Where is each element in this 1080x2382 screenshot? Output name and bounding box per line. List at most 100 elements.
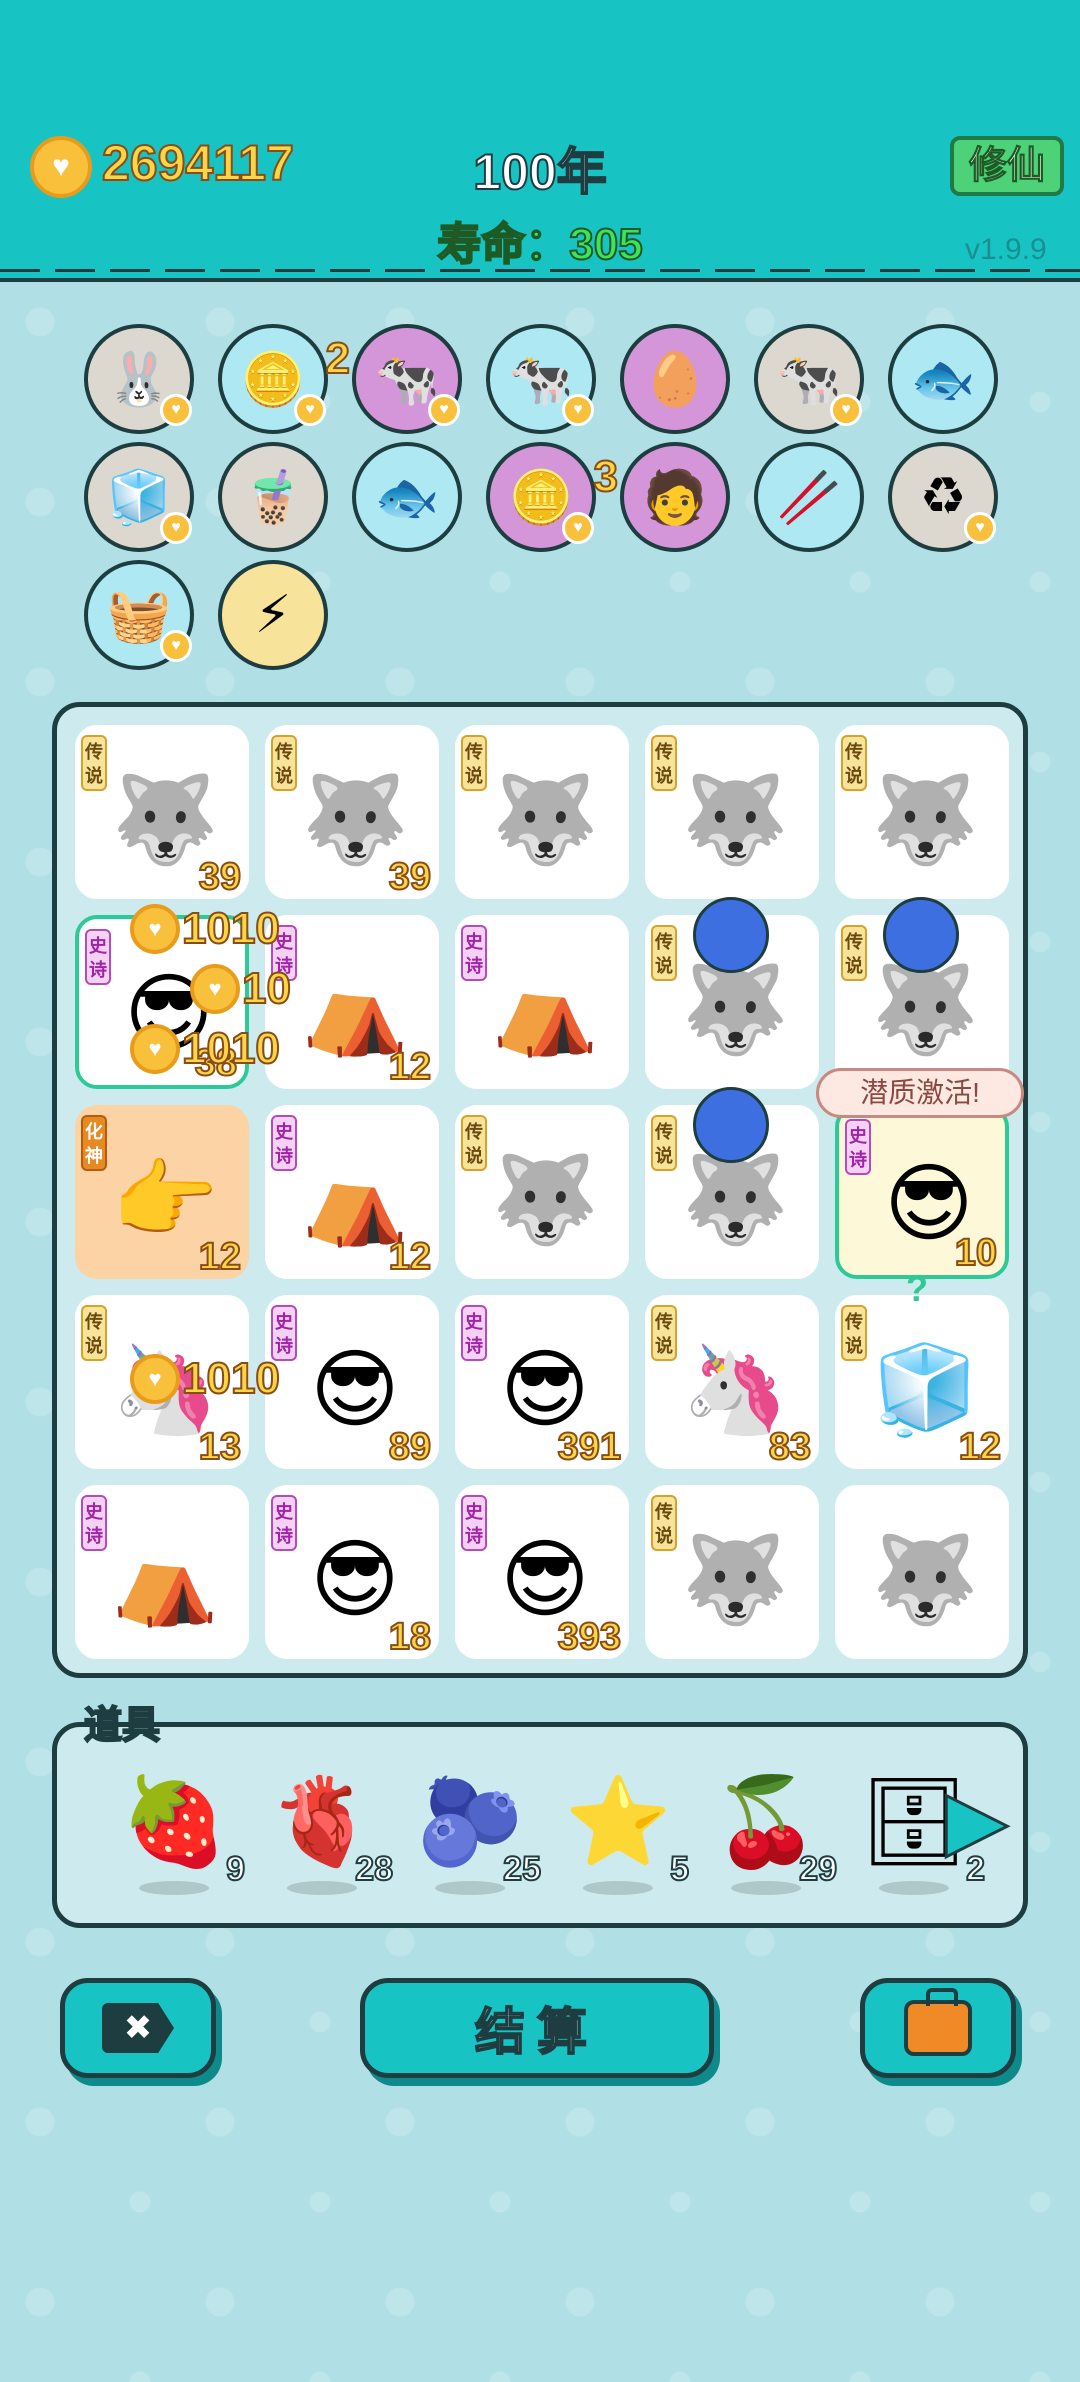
cultivate-button[interactable]: 修仙 xyxy=(950,136,1064,196)
rarity-tag: 史诗 xyxy=(81,1495,107,1551)
board-cell[interactable]: 传说 🐺 xyxy=(835,897,1009,1089)
rarity-tag: 传说 xyxy=(651,925,677,981)
rarity-tag: 传说 xyxy=(651,1115,677,1171)
cell-value: 391 xyxy=(557,1425,622,1469)
prop-count: 9 xyxy=(225,1849,246,1889)
egg-glasses-icon[interactable]: 🥚 xyxy=(620,324,730,434)
rarity-tag: 传说 xyxy=(841,925,867,981)
board-cell[interactable]: 史诗 ⛺ 12 xyxy=(265,915,439,1089)
board-cell[interactable]: 传说 🐺 xyxy=(835,725,1009,899)
board-cell[interactable]: 传说 🐺 xyxy=(645,725,819,899)
multiplier-man-icon[interactable]: 🧑 xyxy=(620,442,730,552)
board-cell[interactable]: 传说 🐺 39 xyxy=(75,725,249,899)
fruit-basket-icon[interactable]: 🧺 ♥ xyxy=(84,560,194,670)
rarity-tag: 传说 xyxy=(841,1305,867,1361)
cell-value: 12 xyxy=(958,1425,1002,1469)
coin-icon: ♥ xyxy=(130,1024,180,1074)
husky-king-icon: 🐺 xyxy=(491,1152,599,1248)
cows-icon[interactable]: 🐄 ♥ xyxy=(754,324,864,434)
rabbit-icon[interactable]: 🐰 ♥ xyxy=(84,324,194,434)
settle-button[interactable]: 结算 xyxy=(360,1978,714,2078)
crossed-sticks-icon[interactable]: 🥢 xyxy=(754,442,864,552)
inventory-button[interactable] xyxy=(860,1978,1016,2078)
prop-count: 5 xyxy=(669,1849,690,1889)
board-cell[interactable]: 史诗 😎 18 xyxy=(265,1485,439,1659)
lightning-icon[interactable]: ⚡ xyxy=(218,560,328,670)
cancel-button[interactable]: ✖ xyxy=(60,1978,216,2078)
sugar-cubes-icon[interactable]: 🧊 ♥ xyxy=(84,442,194,552)
cell-value: 18 xyxy=(388,1615,432,1659)
cows-icon[interactable]: 🐄 ♥ xyxy=(352,324,462,434)
fishbowl-icon[interactable]: 🐟 xyxy=(352,442,462,552)
rarity-tag: 史诗 xyxy=(85,929,111,985)
board-cell[interactable]: 🐺 xyxy=(835,1485,1009,1659)
board-cell[interactable]: 史诗 ⛺ xyxy=(75,1485,249,1659)
board-cell[interactable]: 史诗 😎 393 xyxy=(455,1485,629,1659)
bubble-tea-icon[interactable]: 🧋 xyxy=(218,442,328,552)
rarity-tag: 传说 xyxy=(461,1115,487,1171)
board-cell[interactable]: 史诗 😎 89 xyxy=(265,1295,439,1469)
game-board: 传说 🐺 39 传说 🐺 39 传说 🐺 传说 🐺 传说 🐺 史诗 😎 38 史… xyxy=(52,702,1028,1678)
heart-badge-icon: ♥ xyxy=(830,394,862,426)
refresh-icon[interactable]: ♻ ♥ xyxy=(888,442,998,552)
prop-blueberry[interactable]: 🫐 25 xyxy=(415,1767,542,1897)
cell-value: 10 xyxy=(954,1231,998,1275)
coin-icon: ♥ xyxy=(130,904,180,954)
heart-badge-icon: ♥ xyxy=(964,512,996,544)
close-icon: ✖ xyxy=(102,2003,174,2053)
coin-icon: ♥ xyxy=(30,136,92,198)
star-icon: ⭐ xyxy=(564,1774,672,1870)
coin-seed-icon[interactable]: 🪙 2 ♥ xyxy=(218,324,351,434)
prop-liver[interactable]: 🫀 28 xyxy=(267,1767,394,1897)
board-cell[interactable]: 传说 🐺 xyxy=(455,725,629,899)
cell-value: 39 xyxy=(198,855,242,899)
coin-gain-popup: ♥ 1010 xyxy=(130,1023,281,1074)
relic-count: 2 xyxy=(324,333,351,384)
prop-lychee[interactable]: 🍒 29 xyxy=(711,1767,838,1897)
rarity-tag: 传说 xyxy=(461,735,487,791)
relic-count: 3 xyxy=(592,451,619,502)
rarity-tag: 史诗 xyxy=(271,1115,297,1171)
prop-count: 29 xyxy=(798,1849,838,1889)
board-cell[interactable]: 史诗 😎 10 xyxy=(835,1105,1009,1279)
board-cell[interactable]: 传说 🐺 xyxy=(645,1087,819,1279)
rarity-tag: 传说 xyxy=(651,735,677,791)
props-panel: 🍓 9 🫀 28 🫐 25 ⭐ 5 🍒 29 🗄 2 xyxy=(52,1722,1028,1928)
rabbit-tent-icon: ⛺ xyxy=(491,962,599,1058)
prop-star[interactable]: ⭐ 5 xyxy=(563,1767,690,1897)
prop-shadow xyxy=(287,1881,357,1895)
strawberry-icon: 🍓 xyxy=(120,1774,228,1870)
coin-seed-icon[interactable]: 🪙 3 ♥ xyxy=(486,442,619,552)
husky-king-icon: 🐺 xyxy=(871,1532,979,1628)
fishbowl-icon[interactable]: 🐟 xyxy=(888,324,998,434)
cows-icon[interactable]: 🐄 ♥ xyxy=(486,324,596,434)
cell-value: 13 xyxy=(198,1425,242,1469)
board-cell[interactable]: 传说 🐺 xyxy=(455,1105,629,1279)
rarity-tag: 史诗 xyxy=(271,1305,297,1361)
coin-gain-popup: ♥ 1010 xyxy=(130,1353,281,1404)
rarity-tag: 史诗 xyxy=(461,1305,487,1361)
cell-value: 89 xyxy=(388,1425,432,1469)
props-title: 道具 xyxy=(83,1704,161,1748)
coin-icon: ♥ xyxy=(190,964,240,1014)
board-cell[interactable]: 传说 🧊 12 xyxy=(835,1295,1009,1469)
potential-activated-bubble: 潜质激活! xyxy=(816,1068,1024,1118)
rarity-tag: 传说 xyxy=(81,735,107,791)
board-cell[interactable]: 史诗 😎 391 xyxy=(455,1295,629,1469)
prop-shadow xyxy=(435,1881,505,1895)
board-cell[interactable]: 史诗 ⛺ 12 xyxy=(265,1105,439,1279)
prop-strawberry[interactable]: 🍓 9 xyxy=(119,1767,246,1897)
board-cell[interactable]: 传说 🐺 39 xyxy=(265,725,439,899)
scroll-right-arrow-icon[interactable]: ▶ xyxy=(945,1770,1010,1870)
heart-badge-icon: ♥ xyxy=(160,394,192,426)
board-cell[interactable]: 史诗 ⛺ xyxy=(455,915,629,1089)
rarity-tag: 传说 xyxy=(271,735,297,791)
rarity-tag: 史诗 xyxy=(461,925,487,981)
board-cell[interactable]: 传说 🦄 83 xyxy=(645,1295,819,1469)
cell-value: 12 xyxy=(388,1235,432,1279)
heart-badge-icon: ♥ xyxy=(428,394,460,426)
board-cell[interactable]: 化神 👉 12 xyxy=(75,1105,249,1279)
board-cell[interactable]: 传说 🐺 xyxy=(645,897,819,1089)
prop-shadow xyxy=(731,1881,801,1895)
board-cell[interactable]: 传说 🐺 xyxy=(645,1485,819,1659)
